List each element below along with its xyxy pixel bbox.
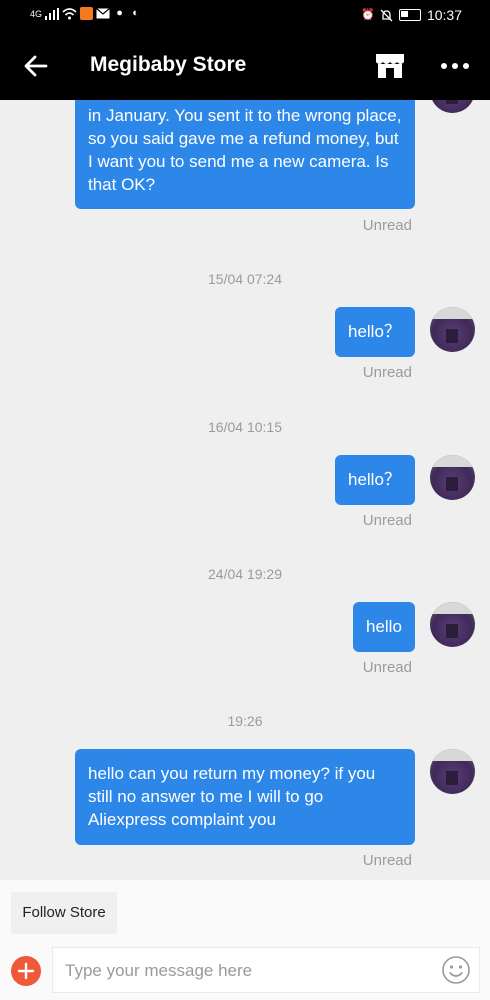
app-notification-icon — [80, 7, 94, 20]
status-bar-right: ⏰ 10:37 — [361, 7, 462, 23]
store-button[interactable] — [374, 50, 406, 82]
app-bar: Megibaby Store — [0, 32, 490, 100]
message-bubble[interactable]: hello？ — [335, 307, 415, 357]
follow-store-button[interactable]: Follow Store — [11, 892, 117, 934]
arrow-left-icon — [24, 55, 48, 77]
message-text: in January. You sent it to the wrong pla… — [88, 106, 402, 194]
message-status: Unread — [362, 364, 412, 381]
avatar[interactable] — [430, 749, 475, 794]
message-timestamp: 16/04 10:15 — [208, 419, 282, 435]
message-bubble[interactable]: hello — [353, 602, 415, 652]
message-status: Unread — [362, 659, 412, 676]
message-status: Unread — [362, 512, 412, 529]
network-type: 4G — [30, 8, 43, 19]
avatar[interactable] — [430, 307, 475, 352]
message-status: Unread — [362, 852, 412, 869]
message-timestamp: 24/04 19:29 — [208, 566, 282, 582]
message-text: hello？ — [348, 322, 401, 341]
wifi-icon — [62, 7, 77, 19]
more-dots-icon — [441, 63, 469, 69]
message-text: hello — [366, 617, 402, 636]
alarm-icon: ⏰ — [360, 8, 375, 21]
smiley-icon — [442, 956, 470, 984]
message-input[interactable] — [63, 948, 427, 994]
message-text: hello？ — [348, 470, 401, 489]
plus-icon — [17, 962, 35, 980]
message-bubble[interactable]: in January. You sent it to the wrong pla… — [75, 100, 415, 209]
add-attachment-button[interactable] — [11, 956, 41, 986]
message-status: Unread — [362, 217, 412, 234]
mail-icon — [96, 8, 110, 19]
message-bubble[interactable]: hello can you return my money? if you st… — [75, 749, 415, 845]
avatar[interactable] — [430, 455, 475, 500]
message-bubble[interactable]: hello？ — [335, 455, 415, 505]
clock: 10:37 — [426, 7, 462, 23]
message-timestamp: 19:26 — [227, 713, 263, 729]
more-options-button[interactable] — [436, 50, 476, 82]
emoji-button[interactable] — [441, 955, 471, 985]
status-bar: 4G ● ◐ ⏰ 10:37 — [0, 0, 490, 32]
weibo-icon: ◐ — [132, 7, 139, 19]
chat-notification-icon: ● — [116, 7, 123, 19]
status-bar-left: 4G ● ◐ — [30, 7, 142, 20]
composer-area: Follow Store — [0, 880, 490, 1000]
message-input-box — [52, 947, 480, 994]
avatar[interactable] — [430, 100, 475, 113]
signal-icon — [45, 7, 60, 20]
battery-icon — [398, 9, 421, 21]
chat-messages[interactable]: in January. You sent it to the wrong pla… — [0, 100, 490, 880]
message-text: hello can you return my money? if you st… — [88, 764, 376, 829]
avatar[interactable] — [430, 602, 475, 647]
message-timestamp: 15/04 07:24 — [208, 271, 282, 287]
back-button[interactable] — [20, 50, 52, 82]
store-icon — [376, 54, 404, 78]
bell-muted-icon — [380, 9, 393, 21]
page-title: Megibaby Store — [90, 53, 247, 76]
